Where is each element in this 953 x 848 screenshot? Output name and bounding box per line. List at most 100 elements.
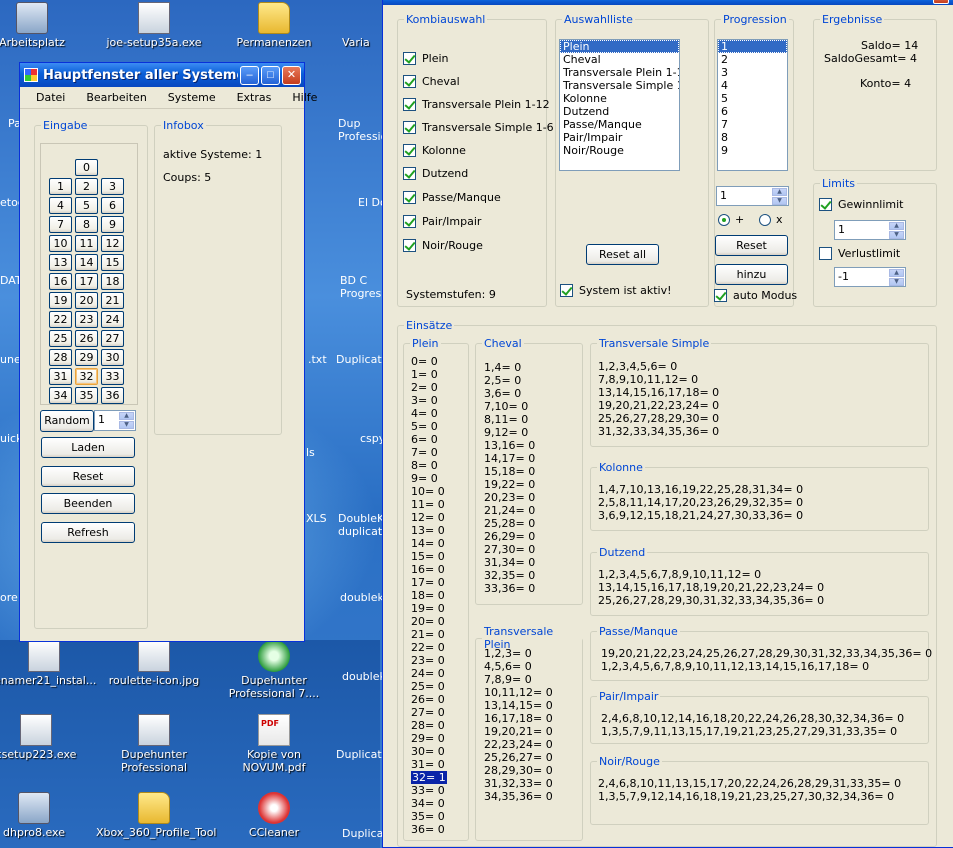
number-button-15[interactable]: 15 <box>101 254 124 271</box>
menu-hilfe[interactable]: Hilfe <box>278 91 324 104</box>
number-button-19[interactable]: 19 <box>49 292 72 309</box>
number-button-18[interactable]: 18 <box>101 273 124 290</box>
kombi-checkbox-0[interactable]: Plein <box>403 52 449 65</box>
spin-down-icon[interactable]: ▼ <box>772 197 787 205</box>
number-button-6[interactable]: 6 <box>101 197 124 214</box>
auto-modus-checkbox[interactable]: auto Modus <box>714 289 797 302</box>
kombi-checkbox-7[interactable]: Pair/Impair <box>403 215 481 228</box>
kombi-checkbox-8[interactable]: Noir/Rouge <box>403 239 483 252</box>
number-button-5[interactable]: 5 <box>75 197 98 214</box>
auswahl-list-item[interactable]: Transversale Simple 1-6 <box>560 79 679 92</box>
verlustlimit-checkbox[interactable]: Verlustlimit <box>819 247 900 260</box>
progression-list-item[interactable]: 2 <box>718 53 787 66</box>
desktop-icon-txt[interactable]: .txt <box>308 353 327 366</box>
number-button-14[interactable]: 14 <box>75 254 98 271</box>
menu-systeme[interactable]: Systeme <box>154 91 223 104</box>
desktop-icon-doubleki-duplicate[interactable]: DoubleKi duplicate <box>338 512 382 538</box>
menu-extras[interactable]: Extras <box>223 91 279 104</box>
desktop-icon-xls[interactable]: XLS <box>306 512 327 525</box>
auswahl-list-item[interactable]: Pair/Impair <box>560 131 679 144</box>
kombi-checkbox-6[interactable]: Passe/Manque <box>403 191 501 204</box>
progression-list-item[interactable]: 3 <box>718 66 787 79</box>
reset-all-button[interactable]: Reset all <box>586 244 659 265</box>
main-window-titlebar[interactable]: Hauptfenster aller Systeme ... – □ ✕ <box>20 63 304 87</box>
number-button-30[interactable]: 30 <box>101 349 124 366</box>
progression-list-item[interactable]: 8 <box>718 131 787 144</box>
number-button-2[interactable]: 2 <box>75 178 98 195</box>
auswahl-list-item[interactable]: Cheval <box>560 53 679 66</box>
number-button-9[interactable]: 9 <box>101 216 124 233</box>
gewinnlimit-checkbox[interactable]: Gewinnlimit <box>819 198 903 211</box>
system-aktiv-checkbox[interactable]: System ist aktiv! <box>560 284 672 297</box>
hinzu-button[interactable]: hinzu <box>715 264 788 285</box>
desktop-icon-permanenzen[interactable]: Permanenzen <box>226 2 322 49</box>
number-button-27[interactable]: 27 <box>101 330 124 347</box>
number-button-10[interactable]: 10 <box>49 235 72 252</box>
number-button-0[interactable]: 0 <box>75 159 98 176</box>
desktop-icon-dupehunter[interactable]: Dupehunter Professional <box>106 714 202 774</box>
number-button-34[interactable]: 34 <box>49 387 72 404</box>
refresh-button[interactable]: Refresh <box>41 522 135 543</box>
number-button-17[interactable]: 17 <box>75 273 98 290</box>
number-button-21[interactable]: 21 <box>101 292 124 309</box>
random-button[interactable]: Random <box>40 410 94 432</box>
kombi-checkbox-5[interactable]: Dutzend <box>403 167 468 180</box>
spin-up-icon[interactable]: ▲ <box>889 222 904 230</box>
number-button-1[interactable]: 1 <box>49 178 72 195</box>
progression-list-item[interactable]: 1 <box>718 40 787 53</box>
number-button-26[interactable]: 26 <box>75 330 98 347</box>
desktop-icon-bd-progres[interactable]: BD C Progres <box>340 274 382 300</box>
desktop-icon-joe-setup[interactable]: joe-setup35a.exe <box>106 2 202 49</box>
number-button-24[interactable]: 24 <box>101 311 124 328</box>
desktop-icon-csetup[interactable]: csetup223.exe <box>0 714 84 761</box>
minimize-button[interactable]: – <box>240 65 259 85</box>
desktop-icon-duplicate-1[interactable]: Duplicate <box>336 353 382 366</box>
beenden-button[interactable]: Beenden <box>41 493 135 514</box>
progression-reset-button[interactable]: Reset <box>715 235 788 256</box>
number-button-4[interactable]: 4 <box>49 197 72 214</box>
menu-datei[interactable]: Datei <box>20 91 72 104</box>
kombi-checkbox-4[interactable]: Kolonne <box>403 144 466 157</box>
number-button-12[interactable]: 12 <box>101 235 124 252</box>
desktop-icon-doubleki[interactable]: doubleki <box>340 591 382 604</box>
number-button-20[interactable]: 20 <box>75 292 98 309</box>
desktop-icon-dupehunter-7[interactable]: Dupehunter Professional 7.... <box>222 640 326 700</box>
desktop-icon-dup-professio[interactable]: Dup Professio <box>338 117 382 143</box>
maximize-button[interactable]: □ <box>261 65 280 85</box>
number-button-36[interactable]: 36 <box>101 387 124 404</box>
number-button-28[interactable]: 28 <box>49 349 72 366</box>
number-button-23[interactable]: 23 <box>75 311 98 328</box>
spin-up-icon[interactable]: ▲ <box>889 269 904 277</box>
number-button-8[interactable]: 8 <box>75 216 98 233</box>
spin-down-icon[interactable]: ▼ <box>889 278 904 286</box>
desktop-icon-ore[interactable]: ore <box>0 591 18 604</box>
number-button-11[interactable]: 11 <box>75 235 98 252</box>
spin-down-icon[interactable]: ▼ <box>889 231 904 239</box>
number-button-25[interactable]: 25 <box>49 330 72 347</box>
number-button-22[interactable]: 22 <box>49 311 72 328</box>
desktop-icon-roulette-jpg[interactable]: roulette-icon.jpg <box>106 640 202 687</box>
desktop-icon-duplicat-3[interactable]: Duplicat <box>342 827 382 840</box>
number-button-29[interactable]: 29 <box>75 349 98 366</box>
desktop-icon-ccleaner[interactable]: CCleaner <box>226 792 322 839</box>
progression-spinner[interactable]: 1 ▲ ▼ <box>716 186 789 206</box>
gewinnlimit-spinner[interactable]: 1 ▲ ▼ <box>834 220 906 240</box>
desktop-icon-varia[interactable]: Varia <box>342 36 382 49</box>
number-button-32[interactable]: 32 <box>75 368 98 385</box>
number-button-7[interactable]: 7 <box>49 216 72 233</box>
auswahl-listbox[interactable]: Plein Cheval Transversale Plein 1-12 Transv… <box>559 39 680 171</box>
number-button-13[interactable]: 13 <box>49 254 72 271</box>
desktop-icon-ls[interactable]: ls <box>306 446 315 459</box>
verlustlimit-spinner[interactable]: -1 ▲ ▼ <box>834 267 906 287</box>
number-button-16[interactable]: 16 <box>49 273 72 290</box>
progression-listbox[interactable]: 123456789 <box>717 39 788 171</box>
desktop-icon-renamer[interactable]: enamer21_instal... <box>0 640 96 687</box>
kombi-checkbox-1[interactable]: Cheval <box>403 75 460 88</box>
desktop-icon-une[interactable]: une <box>0 353 21 366</box>
progression-list-item[interactable]: 9 <box>718 144 787 157</box>
kombi-checkbox-2[interactable]: Transversale Plein 1-12 <box>403 98 550 111</box>
number-button-3[interactable]: 3 <box>101 178 124 195</box>
desktop-icon-dhpro8[interactable]: dhpro8.exe <box>0 792 82 839</box>
auswahl-list-item[interactable]: Transversale Plein 1-12 <box>560 66 679 79</box>
desktop-icon-doublek[interactable]: doublek <box>342 670 382 683</box>
